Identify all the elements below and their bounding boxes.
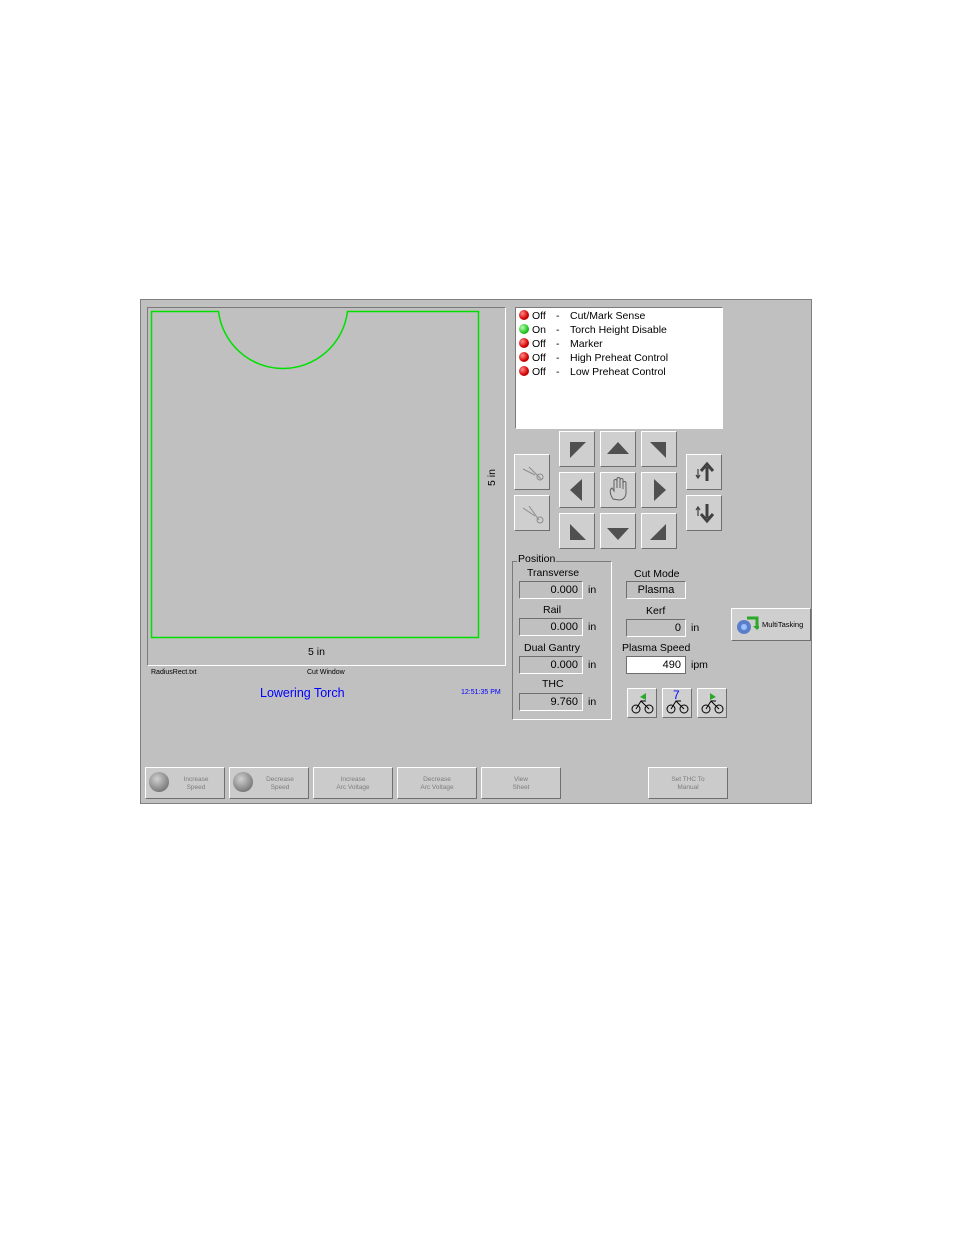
thc-value: 9.760: [519, 693, 583, 711]
rail-value: 0.000: [519, 618, 583, 636]
cut-window-label: Cut Window: [307, 669, 345, 676]
jog-left-button[interactable]: [559, 472, 595, 508]
jog-up-right-button[interactable]: [641, 431, 677, 467]
set-thc-manual-button[interactable]: Set THC To Manual: [648, 767, 728, 799]
multitasking-label: MultiTasking: [762, 620, 804, 629]
status-led-icon: [519, 324, 529, 334]
status-row-cut-mark-sense: Off - Cut/Mark Sense: [519, 309, 645, 323]
plasma-speed-label: Plasma Speed: [622, 642, 691, 654]
kerf-unit: in: [691, 622, 700, 634]
bike-back-icon: [631, 693, 654, 714]
cut-mode-label: Cut Mode: [634, 568, 680, 580]
status-led-icon: [519, 310, 529, 320]
dual-gantry-value: 0.000: [519, 656, 583, 674]
status-led-icon: [519, 338, 529, 348]
kerf-value: 0: [626, 619, 686, 637]
view-sheet-button[interactable]: View Sheet: [481, 767, 561, 799]
status-led-icon: [519, 366, 529, 376]
status-led-icon: [519, 352, 529, 362]
status-row-low-preheat: Off - Low Preheat Control: [519, 365, 666, 379]
bike-digit-button[interactable]: 7: [662, 688, 692, 718]
decrease-arc-voltage-button[interactable]: Decrease Arc Voltage: [397, 767, 477, 799]
status-label: Low Preheat Control: [570, 366, 666, 378]
jog-down-button[interactable]: [600, 513, 636, 549]
status-label: Marker: [570, 338, 603, 350]
arrow-up-icon: [695, 461, 715, 481]
dimension-right: 5 in: [486, 469, 498, 486]
file-name: RadiusRect.txt: [151, 669, 197, 676]
increase-arc-voltage-button[interactable]: Increase Arc Voltage: [313, 767, 393, 799]
io-status-list[interactable]: Off - Cut/Mark Sense On - Torch Height Disab…: [515, 307, 723, 429]
dual-gantry-unit: in: [588, 659, 597, 671]
jog-up-left-button[interactable]: [559, 431, 595, 467]
bike-forward-icon: [701, 693, 724, 714]
torch-raise-disabled-button[interactable]: [514, 454, 550, 490]
status-label: Cut/Mark Sense: [570, 310, 646, 322]
hand-icon: [609, 477, 627, 501]
plasma-speed-unit: ipm: [691, 659, 708, 671]
transverse-label: Transverse: [527, 567, 580, 579]
status-label: Torch Height Disable: [570, 324, 667, 336]
torch-up-button[interactable]: [686, 454, 722, 490]
bike-forward-button[interactable]: [697, 688, 727, 718]
thc-label: THC: [542, 678, 564, 690]
part-outline: [150, 310, 480, 639]
rail-label: Rail: [543, 604, 562, 616]
clock: 12:51:35 PM: [461, 689, 501, 696]
plasma-speed-input[interactable]: 490: [626, 656, 686, 674]
multitasking-icon: [737, 616, 759, 634]
status-row-torch-height-disable: On - Torch Height Disable: [519, 323, 667, 337]
thc-unit: in: [588, 696, 597, 708]
bike-digit: 7: [673, 688, 680, 702]
transverse-unit: in: [588, 584, 597, 596]
decrease-speed-button[interactable]: Decrease Speed: [229, 767, 309, 799]
status-row-high-preheat: Off - High Preheat Control: [519, 351, 668, 365]
jog-up-button[interactable]: [600, 431, 636, 467]
status-row-marker: Off - Marker: [519, 337, 603, 351]
position-group-label: Position: [517, 553, 557, 565]
transverse-value: 0.000: [519, 581, 583, 599]
jog-hand-button[interactable]: [600, 472, 636, 508]
dimension-bottom: 5 in: [308, 646, 325, 658]
rail-unit: in: [588, 621, 597, 633]
jog-down-left-button[interactable]: [559, 513, 595, 549]
dual-gantry-label: Dual Gantry: [524, 642, 581, 654]
multitasking-button[interactable]: MultiTasking: [731, 608, 811, 641]
jog-down-right-button[interactable]: [641, 513, 677, 549]
torch-down-button[interactable]: [686, 495, 722, 531]
kerf-label: Kerf: [646, 605, 666, 617]
bike-back-button[interactable]: [627, 688, 657, 718]
cut-preview-area: 5 in 5 in: [147, 307, 506, 666]
cnc-control-window: 5 in 5 in RadiusRect.txt Cut Window Lowe…: [140, 299, 812, 804]
increase-speed-button[interactable]: Increase Speed: [145, 767, 225, 799]
arrow-down-icon: [695, 504, 715, 524]
status-label: High Preheat Control: [570, 352, 669, 364]
jog-right-button[interactable]: [641, 472, 677, 508]
cut-mode-value: Plasma: [626, 581, 686, 599]
torch-lower-disabled-button[interactable]: [514, 495, 550, 531]
torch-status-message: Lowering Torch: [260, 686, 345, 700]
